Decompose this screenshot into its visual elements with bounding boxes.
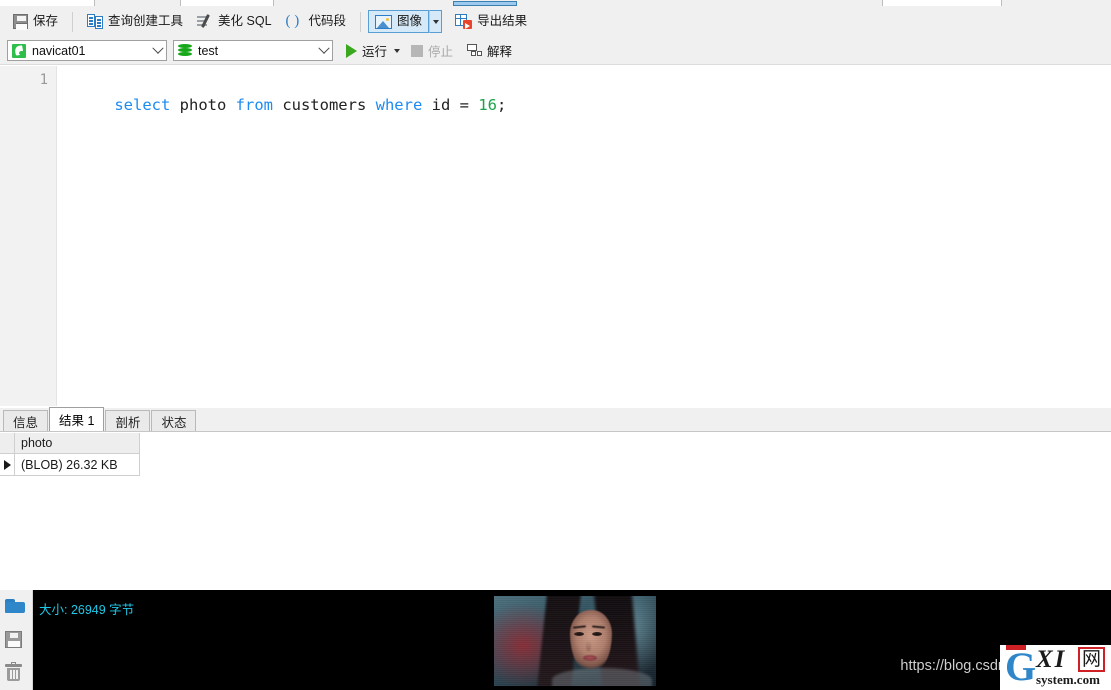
trash-icon bbox=[5, 662, 22, 682]
row-arrow-icon bbox=[3, 459, 11, 470]
image-view-button[interactable]: 图像 bbox=[368, 10, 430, 33]
tab-status[interactable]: 状态 bbox=[151, 410, 197, 431]
editor-line-gutter: 1 bbox=[0, 66, 57, 406]
connection-select-chevron[interactable] bbox=[149, 41, 166, 60]
code-snippet-button[interactable]: ( ) 代码段 bbox=[279, 10, 354, 33]
sql-token-identifier: customers bbox=[272, 96, 376, 114]
blob-size-label: 大小: 26949 字节 bbox=[39, 603, 135, 617]
run-dropdown-icon[interactable] bbox=[394, 48, 401, 53]
tab-info[interactable]: 信息 bbox=[3, 410, 49, 431]
gxi-logo: G XI 网 system.com bbox=[1000, 645, 1111, 690]
row-marker-header bbox=[0, 433, 15, 453]
line-number: 1 bbox=[39, 72, 48, 88]
connection-icon bbox=[12, 43, 26, 58]
image-icon bbox=[375, 14, 393, 29]
sql-statement: select photo from customers where id = 1… bbox=[114, 96, 506, 114]
export-results-label: 导出结果 bbox=[477, 14, 528, 29]
photo-preview-image bbox=[494, 596, 656, 686]
query-builder-button[interactable]: 查询创建工具 bbox=[80, 10, 190, 33]
save-icon bbox=[13, 14, 28, 30]
save-to-file-button[interactable] bbox=[5, 631, 27, 651]
save-disk-icon bbox=[5, 631, 22, 648]
result-grid[interactable]: photo (BLOB) 26.32 KB bbox=[0, 433, 1111, 588]
tab-result-1[interactable]: 结果 1 bbox=[49, 407, 105, 431]
stop-button-label: 停止 bbox=[428, 45, 454, 59]
connection-select[interactable]: navicat01 bbox=[7, 40, 167, 61]
image-view-label: 图像 bbox=[397, 14, 423, 29]
delete-blob-button[interactable] bbox=[5, 662, 27, 684]
explain-button-label: 解释 bbox=[487, 45, 513, 59]
toolbar-separator-2 bbox=[360, 11, 362, 32]
explain-button[interactable]: 解释 bbox=[462, 40, 517, 62]
database-icon bbox=[178, 43, 192, 58]
cell-photo[interactable]: (BLOB) 26.32 KB bbox=[15, 454, 139, 475]
tab-profile[interactable]: 剖析 bbox=[105, 410, 151, 431]
photo-nose bbox=[586, 640, 591, 651]
sql-token-identifier: ; bbox=[496, 96, 507, 114]
photo-shoulder bbox=[552, 668, 652, 686]
stop-icon bbox=[411, 44, 424, 57]
result-grid-header: photo bbox=[0, 433, 140, 454]
chevron-down-icon bbox=[432, 19, 439, 24]
connection-toolbar: navicat01 test 运行 停止 解释 bbox=[0, 37, 1111, 65]
watermark-url: https://blog.csdn bbox=[900, 658, 1006, 674]
query-builder-label: 查询创建工具 bbox=[108, 14, 184, 29]
sql-token-keyword: from bbox=[235, 96, 273, 114]
sql-token-identifier: id = bbox=[422, 96, 479, 114]
query-builder-icon bbox=[87, 14, 104, 29]
save-button-label: 保存 bbox=[33, 14, 59, 29]
sql-token-keyword: where bbox=[375, 96, 423, 114]
row-marker[interactable] bbox=[0, 454, 15, 475]
main-toolbar: 保存 查询创建工具 美化 SQL ( ) 代码段 图像 导出结果 bbox=[0, 6, 1111, 37]
beautify-sql-icon bbox=[197, 14, 213, 29]
stop-button: 停止 bbox=[406, 40, 458, 62]
database-select-chevron[interactable] bbox=[315, 41, 332, 60]
logo-wang-character: 网 bbox=[1078, 647, 1105, 672]
photo-lips bbox=[583, 655, 597, 661]
sql-token-number: 16 bbox=[478, 96, 497, 114]
run-icon bbox=[346, 43, 357, 58]
code-snippet-icon: ( ) bbox=[285, 13, 300, 29]
export-results-button[interactable]: 导出结果 bbox=[448, 10, 534, 33]
table-row[interactable]: (BLOB) 26.32 KB bbox=[0, 454, 140, 476]
chevron-down-icon bbox=[317, 42, 330, 54]
tab-status-label: 状态 bbox=[161, 415, 187, 430]
tab-info-label: 信息 bbox=[13, 415, 39, 430]
database-select[interactable]: test bbox=[173, 40, 333, 61]
run-button[interactable]: 运行 bbox=[341, 40, 392, 62]
logo-system-text: system.com bbox=[1036, 672, 1100, 687]
column-header-photo[interactable]: photo bbox=[15, 433, 139, 453]
sql-code-area[interactable]: select photo from customers where id = 1… bbox=[57, 66, 1111, 406]
sql-token-keyword: select bbox=[114, 96, 171, 114]
beautify-sql-label: 美化 SQL bbox=[218, 14, 272, 29]
blob-action-sidebar bbox=[0, 590, 33, 690]
chevron-down-icon bbox=[151, 42, 164, 54]
logo-letter-g: G bbox=[1005, 645, 1037, 689]
tab-result-1-label: 结果 1 bbox=[59, 414, 95, 428]
beautify-sql-button[interactable]: 美化 SQL bbox=[190, 10, 279, 33]
photo-eye-left bbox=[574, 632, 584, 636]
tab-profile-label: 剖析 bbox=[115, 415, 141, 430]
explain-icon bbox=[467, 43, 483, 58]
database-value: test bbox=[198, 43, 219, 58]
connection-value: navicat01 bbox=[32, 43, 86, 58]
logo-letters-xi: XI bbox=[1036, 646, 1067, 673]
sql-editor[interactable]: 1 select photo from customers where id =… bbox=[0, 66, 1111, 406]
blob-preview-panel: 大小: 26949 字节 https://blog.csdn G XI 网 sy… bbox=[0, 590, 1111, 690]
code-snippet-label: 代码段 bbox=[308, 14, 347, 29]
sql-token-identifier: photo bbox=[170, 96, 236, 114]
photo-eye-right bbox=[592, 632, 602, 636]
run-button-label: 运行 bbox=[362, 45, 388, 59]
open-folder-icon bbox=[5, 598, 26, 614]
toolbar-separator-1 bbox=[72, 11, 74, 32]
blob-canvas: 大小: 26949 字节 https://blog.csdn G XI 网 sy… bbox=[33, 590, 1111, 690]
export-results-icon bbox=[455, 14, 473, 29]
result-tab-strip: 信息 结果 1 剖析 状态 bbox=[0, 407, 1111, 432]
load-from-file-button[interactable] bbox=[5, 598, 27, 618]
save-button[interactable]: 保存 bbox=[6, 10, 65, 33]
image-view-dropdown-button[interactable] bbox=[429, 10, 443, 33]
